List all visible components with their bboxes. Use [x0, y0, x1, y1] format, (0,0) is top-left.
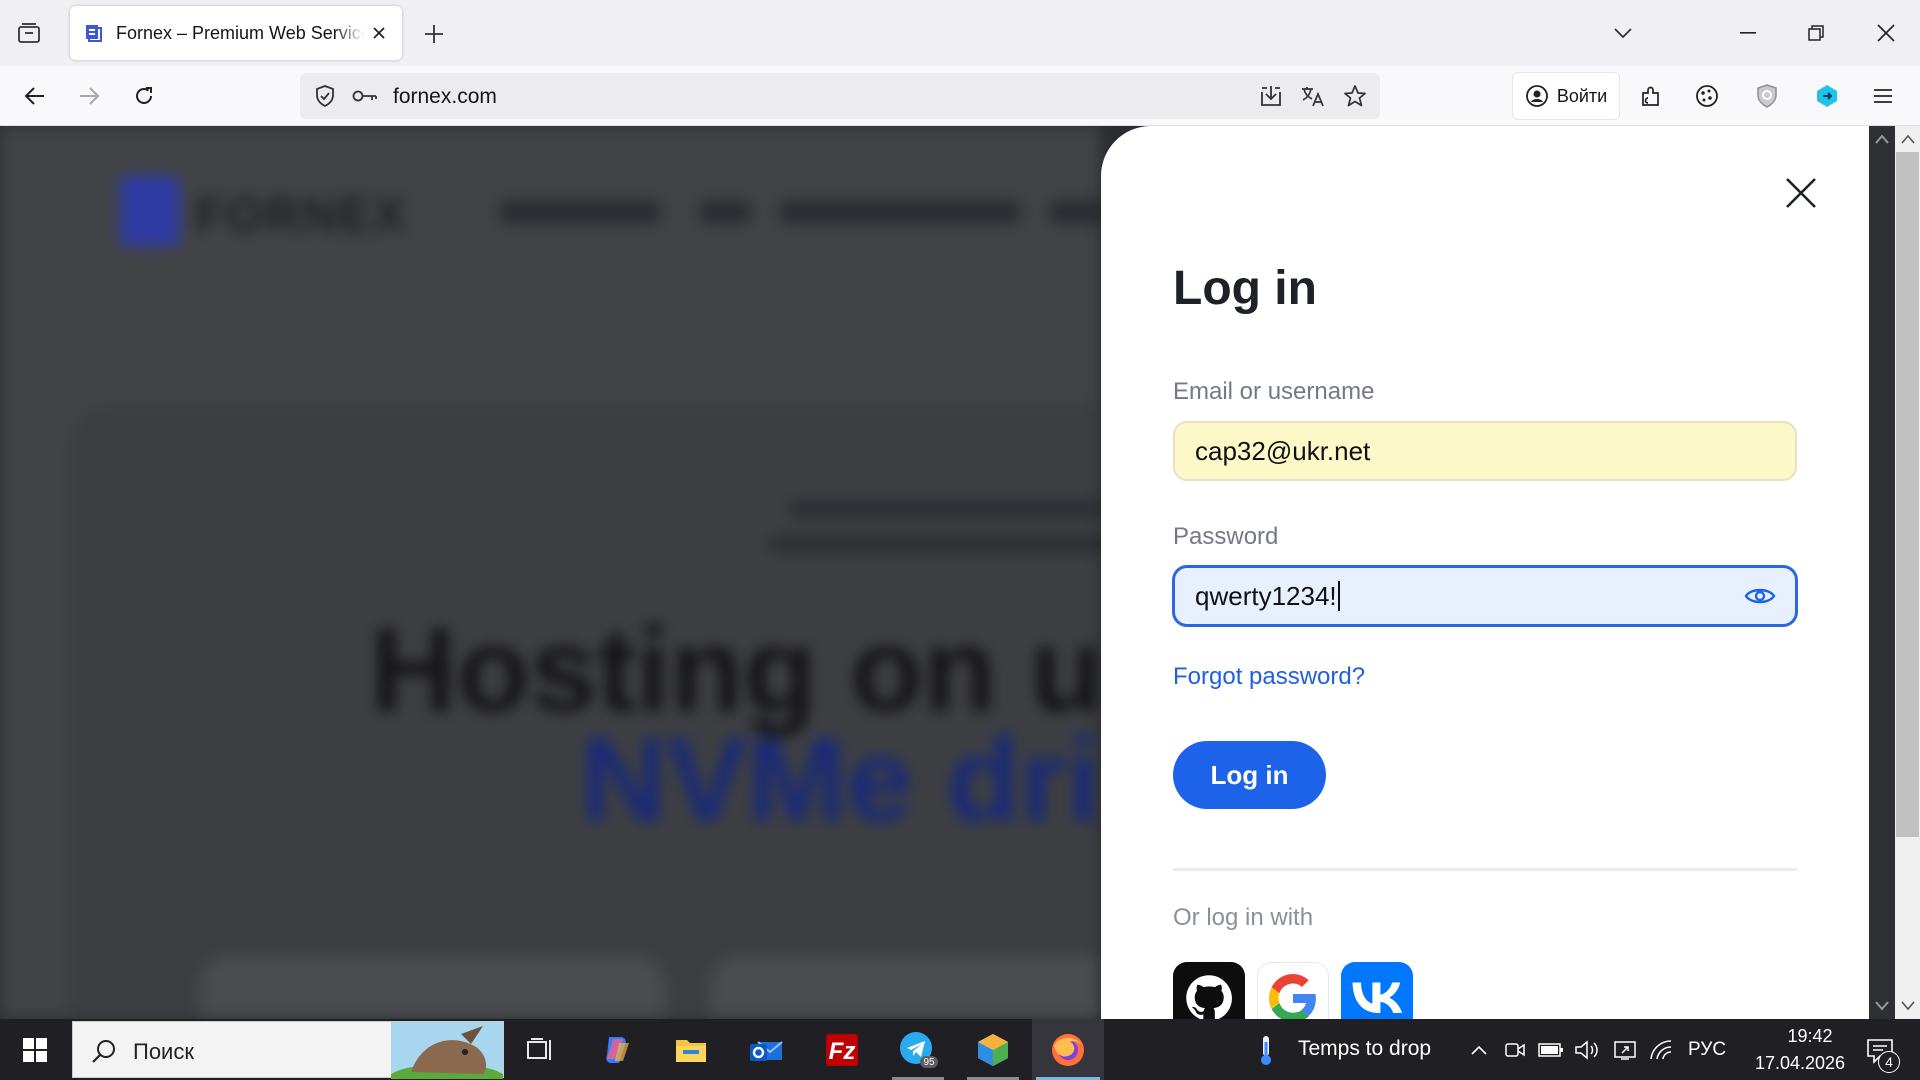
github-icon: [1186, 975, 1232, 1019]
key-icon[interactable]: [352, 83, 378, 109]
scroll-down-arrow-icon[interactable]: [1869, 993, 1895, 1019]
telegram-badge: 95: [923, 1057, 935, 1068]
privacy-shield-icon[interactable]: [1750, 79, 1784, 113]
cookie-icon[interactable]: [1690, 79, 1724, 113]
outer-scroll-up-icon[interactable]: [1895, 126, 1920, 152]
back-arrow-icon[interactable]: [18, 79, 52, 113]
shield-icon[interactable]: [312, 83, 338, 109]
task-view-icon[interactable]: [504, 1019, 576, 1080]
page-scrollbar[interactable]: [1869, 126, 1895, 1019]
vk-login-button[interactable]: [1341, 962, 1413, 1019]
account-login-button[interactable]: Войти: [1512, 72, 1620, 120]
project-display-icon[interactable]: [1612, 1037, 1638, 1063]
github-login-button[interactable]: [1173, 962, 1245, 1019]
password-label: Password: [1173, 523, 1279, 550]
new-tab-icon[interactable]: [418, 18, 450, 50]
login-submit-button[interactable]: Log in: [1173, 741, 1326, 809]
meet-now-icon[interactable]: [1502, 1037, 1528, 1063]
minimize-icon[interactable]: [1718, 8, 1778, 58]
tab-strip: Fornex – Premium Web Services: [0, 0, 1920, 66]
copilot-icon[interactable]: [580, 1019, 652, 1080]
password-field[interactable]: qwerty1234!: [1173, 566, 1797, 626]
fornex-logo-text: FORNEX: [195, 189, 408, 242]
clock-time[interactable]: 19:42: [1765, 1026, 1855, 1047]
vpn-extension-icon[interactable]: [1810, 79, 1844, 113]
taskbar-search[interactable]: Поиск: [72, 1021, 504, 1079]
svg-text:Fz: Fz: [829, 1038, 856, 1065]
hero-heading-line2: NVMe dri: [580, 713, 1100, 847]
window-close-icon[interactable]: [1856, 8, 1916, 58]
forward-arrow-icon[interactable]: [72, 79, 106, 113]
wifi-icon[interactable]: [1648, 1037, 1674, 1063]
input-language[interactable]: РУС: [1688, 1039, 1726, 1061]
text-caret: [1337, 581, 1340, 611]
tab-title: Fornex – Premium Web Services: [116, 22, 364, 43]
show-hidden-icons-chevron-icon[interactable]: [1466, 1037, 1492, 1063]
google-login-button[interactable]: [1257, 962, 1329, 1019]
email-value: cap32@ukr.net: [1195, 435, 1371, 466]
restore-icon[interactable]: [1786, 8, 1846, 58]
modal-title: Log in: [1173, 262, 1317, 315]
email-field[interactable]: cap32@ukr.net: [1173, 421, 1797, 481]
web-page: FORNEX Hosting on ul NVMe dri Log in Ema…: [0, 126, 1920, 1019]
windows-start-icon[interactable]: [0, 1019, 70, 1080]
outlook-icon[interactable]: [730, 1019, 802, 1080]
fornex-favicon-icon: [86, 25, 102, 42]
password-value: qwerty1234!: [1195, 580, 1337, 611]
filezilla-icon[interactable]: Fz: [806, 1019, 878, 1080]
cube-app-icon[interactable]: [957, 1019, 1029, 1080]
forgot-password-link[interactable]: Forgot password?: [1173, 663, 1365, 691]
outer-scrollbar-thumb[interactable]: [1896, 152, 1919, 837]
screen: Fornex – Premium Web Services fornex.com…: [0, 0, 1920, 1080]
eye-icon[interactable]: [1743, 582, 1777, 610]
download-page-icon[interactable]: [1258, 83, 1284, 109]
windows-taskbar: Поиск Fz 95 Temps to drop РУС 19:42 17.0…: [0, 1019, 1920, 1080]
reload-icon[interactable]: [127, 79, 161, 113]
search-highlight-illustration: [391, 1022, 503, 1079]
notification-count-badge: 4: [1878, 1051, 1900, 1073]
volume-icon[interactable]: [1574, 1037, 1600, 1063]
vk-icon: [1352, 982, 1402, 1013]
menu-hamburger-icon[interactable]: [1866, 79, 1900, 113]
social-login-prompt: Or log in with: [1173, 904, 1314, 931]
fornex-logo: [120, 176, 180, 246]
tab-close-icon[interactable]: [368, 22, 390, 44]
weather-text[interactable]: Temps to drop: [1298, 1037, 1431, 1061]
tab-list-icon[interactable]: [14, 18, 44, 48]
email-label: Email or username: [1173, 378, 1375, 405]
active-tab[interactable]: Fornex – Premium Web Services: [70, 6, 402, 60]
extensions-icon[interactable]: [1634, 79, 1668, 113]
google-icon: [1269, 974, 1316, 1019]
login-modal: Log in Email or username cap32@ukr.net P…: [1101, 126, 1869, 1019]
search-icon: [92, 1040, 115, 1063]
account-icon: [1525, 85, 1548, 107]
blurred-background: FORNEX Hosting on ul NVMe dri: [0, 126, 1100, 1019]
taskbar-search-placeholder: Поиск: [133, 1039, 194, 1064]
file-explorer-icon[interactable]: [655, 1019, 727, 1080]
scroll-up-arrow-icon[interactable]: [1869, 126, 1895, 152]
address-bar[interactable]: fornex.com: [300, 73, 1380, 119]
battery-icon[interactable]: [1538, 1037, 1564, 1063]
translate-icon[interactable]: [1300, 83, 1326, 109]
outer-scroll-down-icon[interactable]: [1895, 993, 1920, 1019]
account-login-label: Войти: [1556, 85, 1608, 106]
telegram-icon[interactable]: 95: [882, 1019, 954, 1080]
close-icon[interactable]: [1780, 172, 1822, 214]
divider: [1173, 868, 1797, 871]
firefox-icon[interactable]: [1032, 1019, 1104, 1080]
clock-date[interactable]: 17.04.2026: [1742, 1053, 1858, 1074]
url-text[interactable]: fornex.com: [393, 85, 497, 109]
navigation-toolbar: fornex.com Войти: [0, 66, 1920, 126]
thermometer-icon[interactable]: [1253, 1036, 1279, 1065]
chevron-down-icon[interactable]: [1608, 18, 1638, 48]
bookmark-star-icon[interactable]: [1342, 83, 1368, 109]
